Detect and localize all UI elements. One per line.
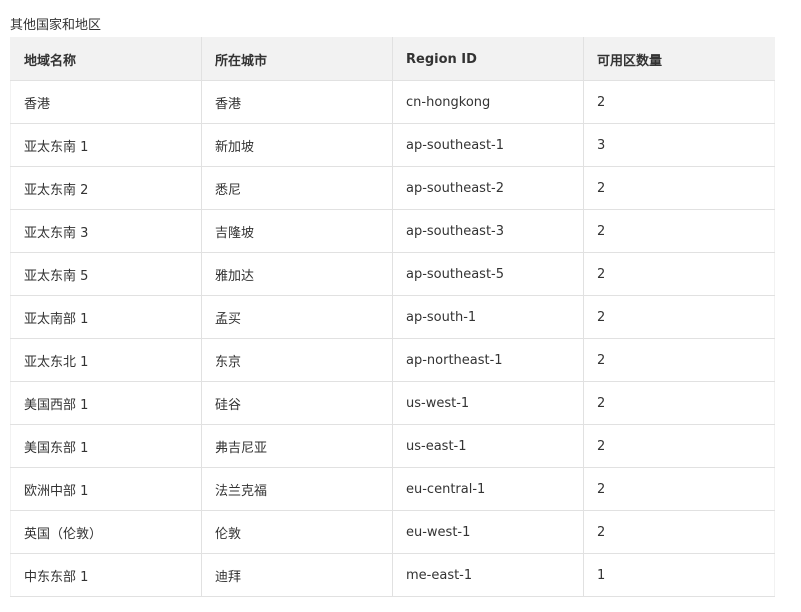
- cell-city: 迪拜: [201, 553, 393, 597]
- cell-city: 吉隆坡: [201, 209, 393, 253]
- table-row: 亚太东北 1 东京 ap-northeast-1 2: [10, 338, 775, 382]
- header-region-name: 地域名称: [10, 37, 202, 81]
- cell-city: 弗吉尼亚: [201, 424, 393, 468]
- cell-region-name: 英国（伦敦）: [10, 510, 202, 554]
- cell-region-id: ap-southeast-1: [392, 123, 584, 167]
- table-row: 英国（伦敦） 伦敦 eu-west-1 2: [10, 510, 775, 554]
- cell-city: 香港: [201, 80, 393, 124]
- cell-zone-count: 2: [583, 424, 775, 468]
- cell-city: 雅加达: [201, 252, 393, 296]
- table-header-row: 地域名称 所在城市 Region ID 可用区数量: [10, 37, 775, 81]
- header-zone-count: 可用区数量: [583, 37, 775, 81]
- table-row: 欧洲中部 1 法兰克福 eu-central-1 2: [10, 467, 775, 511]
- cell-region-id: eu-central-1: [392, 467, 584, 511]
- cell-city: 东京: [201, 338, 393, 382]
- cell-region-id: me-east-1: [392, 553, 584, 597]
- table-row: 香港 香港 cn-hongkong 2: [10, 80, 775, 124]
- header-city: 所在城市: [201, 37, 393, 81]
- cell-region-id: ap-southeast-5: [392, 252, 584, 296]
- cell-city: 伦敦: [201, 510, 393, 554]
- cell-region-id: us-east-1: [392, 424, 584, 468]
- cell-city: 新加坡: [201, 123, 393, 167]
- cell-region-name: 美国东部 1: [10, 424, 202, 468]
- table-row: 亚太东南 5 雅加达 ap-southeast-5 2: [10, 252, 775, 296]
- cell-region-name: 亚太东南 1: [10, 123, 202, 167]
- cell-region-id: ap-south-1: [392, 295, 584, 339]
- cell-zone-count: 2: [583, 80, 775, 124]
- cell-region-name: 美国西部 1: [10, 381, 202, 425]
- cell-city: 硅谷: [201, 381, 393, 425]
- regions-table: 地域名称 所在城市 Region ID 可用区数量 香港 香港 cn-hongk…: [10, 37, 775, 597]
- cell-zone-count: 2: [583, 338, 775, 382]
- cell-region-name: 亚太东北 1: [10, 338, 202, 382]
- table-row: 亚太东南 1 新加坡 ap-southeast-1 3: [10, 123, 775, 167]
- cell-zone-count: 3: [583, 123, 775, 167]
- cell-zone-count: 2: [583, 166, 775, 210]
- cell-zone-count: 2: [583, 467, 775, 511]
- cell-region-id: ap-southeast-2: [392, 166, 584, 210]
- table-row: 中东东部 1 迪拜 me-east-1 1: [10, 553, 775, 597]
- cell-region-id: ap-southeast-3: [392, 209, 584, 253]
- cell-zone-count: 2: [583, 381, 775, 425]
- cell-city: 孟买: [201, 295, 393, 339]
- cell-region-name: 欧洲中部 1: [10, 467, 202, 511]
- cell-region-id: eu-west-1: [392, 510, 584, 554]
- cell-region-name: 亚太东南 3: [10, 209, 202, 253]
- cell-city: 悉尼: [201, 166, 393, 210]
- cell-region-name: 亚太东南 5: [10, 252, 202, 296]
- cell-zone-count: 1: [583, 553, 775, 597]
- cell-zone-count: 2: [583, 295, 775, 339]
- table-row: 亚太东南 3 吉隆坡 ap-southeast-3 2: [10, 209, 775, 253]
- cell-zone-count: 2: [583, 510, 775, 554]
- table-row: 亚太东南 2 悉尼 ap-southeast-2 2: [10, 166, 775, 210]
- cell-region-name: 亚太南部 1: [10, 295, 202, 339]
- cell-region-id: cn-hongkong: [392, 80, 584, 124]
- cell-city: 法兰克福: [201, 467, 393, 511]
- cell-region-name: 亚太东南 2: [10, 166, 202, 210]
- cell-zone-count: 2: [583, 252, 775, 296]
- section-title: 其他国家和地区: [10, 18, 102, 33]
- cell-region-name: 中东东部 1: [10, 553, 202, 597]
- table-row: 美国东部 1 弗吉尼亚 us-east-1 2: [10, 424, 775, 468]
- cell-zone-count: 2: [583, 209, 775, 253]
- header-region-id: Region ID: [392, 37, 584, 81]
- cell-region-id: us-west-1: [392, 381, 584, 425]
- cell-region-id: ap-northeast-1: [392, 338, 584, 382]
- table-row: 亚太南部 1 孟买 ap-south-1 2: [10, 295, 775, 339]
- cell-region-name: 香港: [10, 80, 202, 124]
- table-row: 美国西部 1 硅谷 us-west-1 2: [10, 381, 775, 425]
